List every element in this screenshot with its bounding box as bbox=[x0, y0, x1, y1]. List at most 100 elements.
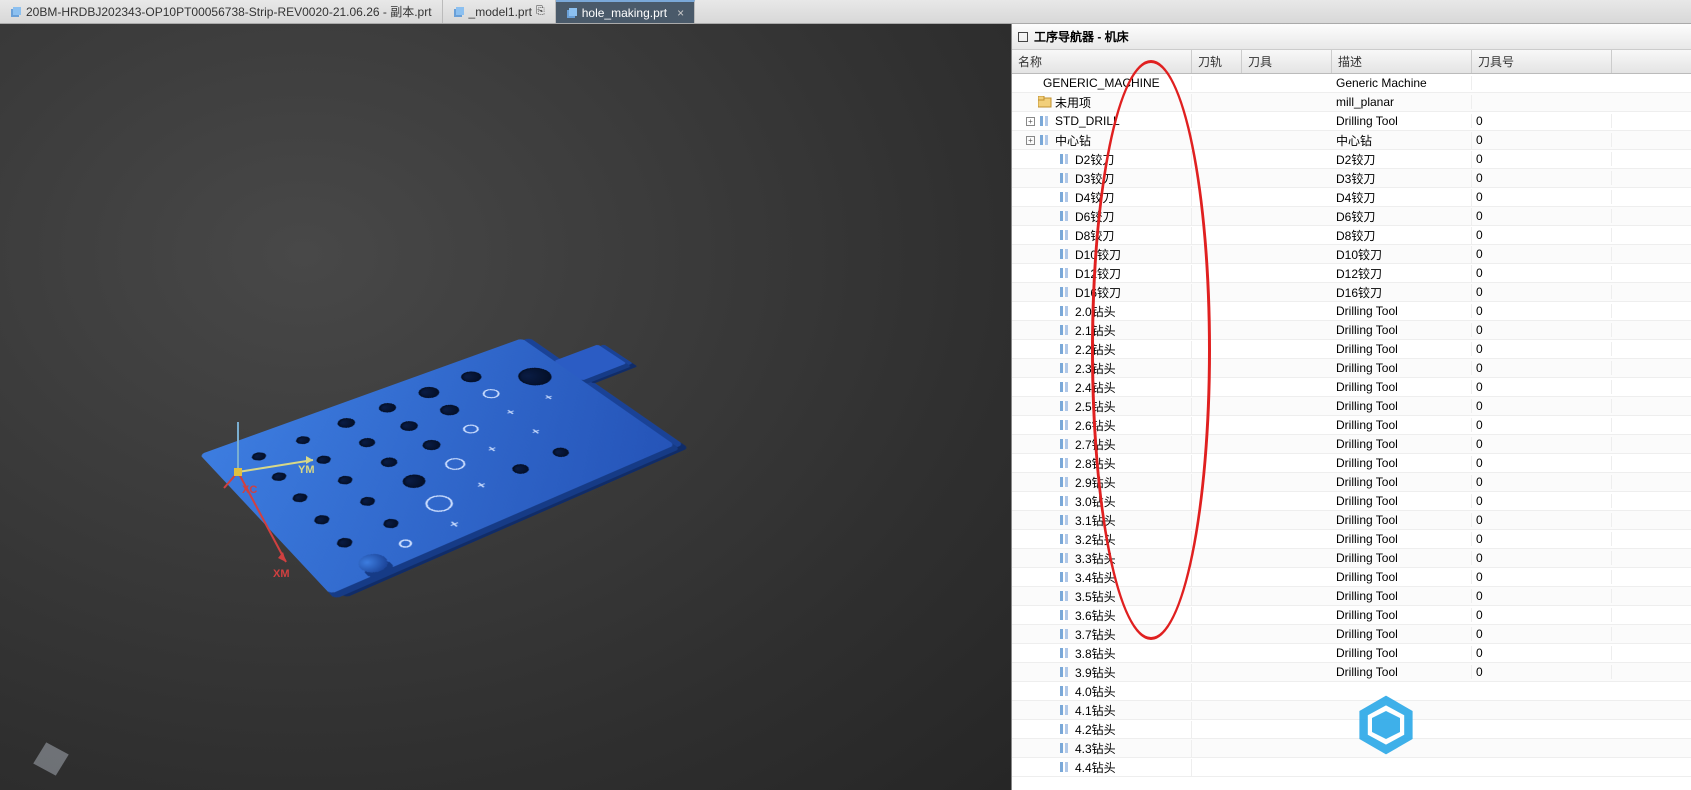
hole bbox=[358, 495, 378, 507]
tree-row[interactable]: D8铰刀 D8铰刀 0 bbox=[1012, 226, 1691, 245]
panel-toggle-icon[interactable] bbox=[1018, 32, 1028, 42]
node-label: 3.8钻头 bbox=[1075, 645, 1116, 662]
tree-row[interactable]: D3铰刀 D3铰刀 0 bbox=[1012, 169, 1691, 188]
tool-icon bbox=[1058, 685, 1072, 697]
view-cube-icon[interactable] bbox=[33, 742, 69, 775]
tree-row[interactable]: D16铰刀 D16铰刀 0 bbox=[1012, 283, 1691, 302]
tool-icon bbox=[1058, 248, 1072, 260]
tree-row[interactable]: 2.7钻头 Drilling Tool 0 bbox=[1012, 435, 1691, 454]
cell-toolno: 0 bbox=[1472, 627, 1612, 641]
node-label: 3.2钻头 bbox=[1075, 531, 1116, 548]
expander-icon bbox=[1046, 744, 1055, 753]
logo-icon bbox=[1351, 690, 1421, 760]
cross-marker: + bbox=[541, 393, 558, 403]
tool-icon bbox=[1058, 305, 1072, 317]
part-icon bbox=[566, 7, 578, 19]
expander-icon[interactable]: + bbox=[1026, 136, 1035, 145]
expander-icon bbox=[1046, 497, 1055, 506]
tool-icon bbox=[1058, 343, 1072, 355]
expander-icon bbox=[1046, 174, 1055, 183]
tree-row[interactable]: 2.8钻头 Drilling Tool 0 bbox=[1012, 454, 1691, 473]
tree-row[interactable]: 2.4钻头 Drilling Tool 0 bbox=[1012, 378, 1691, 397]
col-header-name[interactable]: 名称 bbox=[1012, 50, 1192, 73]
tree-row[interactable]: D12铰刀 D12铰刀 0 bbox=[1012, 264, 1691, 283]
node-label: 2.1钻头 bbox=[1075, 322, 1116, 339]
tab[interactable]: hole_making.prt × bbox=[556, 0, 695, 23]
tool-icon bbox=[1058, 438, 1072, 450]
expander-icon[interactable]: + bbox=[1026, 117, 1035, 126]
tree-row[interactable]: 3.5钻头 Drilling Tool 0 bbox=[1012, 587, 1691, 606]
cell-desc: Drilling Tool bbox=[1332, 418, 1472, 432]
hole bbox=[314, 454, 333, 465]
tree-row[interactable]: 3.0钻头 Drilling Tool 0 bbox=[1012, 492, 1691, 511]
col-header-toolno[interactable]: 刀具号 bbox=[1472, 50, 1612, 73]
expander-icon bbox=[1046, 535, 1055, 544]
node-label: D4铰刀 bbox=[1075, 189, 1114, 206]
operation-tree-table[interactable]: 名称 刀轨 刀具 描述 刀具号 GENERIC_MACHINE Generic … bbox=[1012, 50, 1691, 790]
cell-toolno: 0 bbox=[1472, 608, 1612, 622]
close-icon[interactable]: × bbox=[677, 6, 684, 20]
node-label: D16铰刀 bbox=[1075, 284, 1121, 301]
tool-icon bbox=[1058, 704, 1072, 716]
tree-row[interactable]: 2.6钻头 Drilling Tool 0 bbox=[1012, 416, 1691, 435]
cell-toolno: 0 bbox=[1472, 513, 1612, 527]
tree-row[interactable]: 3.3钻头 Drilling Tool 0 bbox=[1012, 549, 1691, 568]
tree-row[interactable]: 3.1钻头 Drilling Tool 0 bbox=[1012, 511, 1691, 530]
expander-icon bbox=[1046, 668, 1055, 677]
tool-icon bbox=[1058, 533, 1072, 545]
tree-row[interactable]: 3.2钻头 Drilling Tool 0 bbox=[1012, 530, 1691, 549]
tree-row[interactable]: 2.9钻头 Drilling Tool 0 bbox=[1012, 473, 1691, 492]
tree-row[interactable]: D10铰刀 D10铰刀 0 bbox=[1012, 245, 1691, 264]
cell-toolno: 0 bbox=[1472, 475, 1612, 489]
node-label: 2.6钻头 bbox=[1075, 417, 1116, 434]
hole bbox=[290, 492, 310, 504]
cell-desc: D6铰刀 bbox=[1332, 208, 1472, 225]
tree-row[interactable]: D4铰刀 D4铰刀 0 bbox=[1012, 188, 1691, 207]
ring-marker bbox=[479, 387, 503, 400]
tool-icon bbox=[1058, 381, 1072, 393]
tree-row[interactable]: 4.4钻头 bbox=[1012, 758, 1691, 777]
tree-row[interactable]: 2.1钻头 Drilling Tool 0 bbox=[1012, 321, 1691, 340]
tree-row[interactable]: D2铰刀 D2铰刀 0 bbox=[1012, 150, 1691, 169]
tree-row[interactable]: 2.0钻头 Drilling Tool 0 bbox=[1012, 302, 1691, 321]
ring-marker bbox=[396, 538, 414, 549]
tree-row[interactable]: 2.2钻头 Drilling Tool 0 bbox=[1012, 340, 1691, 359]
tree-row[interactable]: 3.6钻头 Drilling Tool 0 bbox=[1012, 606, 1691, 625]
tree-row[interactable]: + STD_DRILL Drilling Tool 0 bbox=[1012, 112, 1691, 131]
3d-viewport[interactable]: + + + + + + bbox=[0, 24, 1011, 790]
tree-row[interactable]: D6铰刀 D6铰刀 0 bbox=[1012, 207, 1691, 226]
model-block[interactable]: + + + + + + bbox=[200, 323, 760, 632]
tool-icon bbox=[1058, 324, 1072, 336]
node-label: 2.0钻头 bbox=[1075, 303, 1116, 320]
tool-icon bbox=[1058, 590, 1072, 602]
expander-icon bbox=[1046, 421, 1055, 430]
cell-toolno: 0 bbox=[1472, 285, 1612, 299]
expander-icon bbox=[1046, 649, 1055, 658]
cell-toolno: 0 bbox=[1472, 133, 1612, 147]
tree-row[interactable]: 3.8钻头 Drilling Tool 0 bbox=[1012, 644, 1691, 663]
tool-icon bbox=[1058, 476, 1072, 488]
tree-row[interactable]: 3.9钻头 Drilling Tool 0 bbox=[1012, 663, 1691, 682]
tool-icon bbox=[1058, 723, 1072, 735]
col-header-tool[interactable]: 刀具 bbox=[1242, 50, 1332, 73]
cell-toolno: 0 bbox=[1472, 551, 1612, 565]
tree-row[interactable]: 2.5钻头 Drilling Tool 0 bbox=[1012, 397, 1691, 416]
cell-desc: D3铰刀 bbox=[1332, 170, 1472, 187]
tab[interactable]: 20BM-HRDBJ202343-OP10PT00056738-Strip-RE… bbox=[0, 0, 443, 23]
tab[interactable]: _model1.prt ⎘ bbox=[443, 0, 556, 23]
tree-row[interactable]: GENERIC_MACHINE Generic Machine bbox=[1012, 74, 1691, 93]
cell-desc: D10铰刀 bbox=[1332, 246, 1472, 263]
expander-icon bbox=[1046, 307, 1055, 316]
tree-row[interactable]: 未用项 mill_planar bbox=[1012, 93, 1691, 112]
tree-row[interactable]: 3.7钻头 Drilling Tool 0 bbox=[1012, 625, 1691, 644]
col-header-track[interactable]: 刀轨 bbox=[1192, 50, 1242, 73]
expander-icon bbox=[1046, 630, 1055, 639]
cell-toolno: 0 bbox=[1472, 114, 1612, 128]
tree-row[interactable]: 3.4钻头 Drilling Tool 0 bbox=[1012, 568, 1691, 587]
expander-icon bbox=[1046, 231, 1055, 240]
tree-row[interactable]: 2.3钻头 Drilling Tool 0 bbox=[1012, 359, 1691, 378]
expander-icon bbox=[1046, 459, 1055, 468]
cell-toolno: 0 bbox=[1472, 209, 1612, 223]
tree-row[interactable]: + 中心钻 中心钻 0 bbox=[1012, 131, 1691, 150]
col-header-desc[interactable]: 描述 bbox=[1332, 50, 1472, 73]
